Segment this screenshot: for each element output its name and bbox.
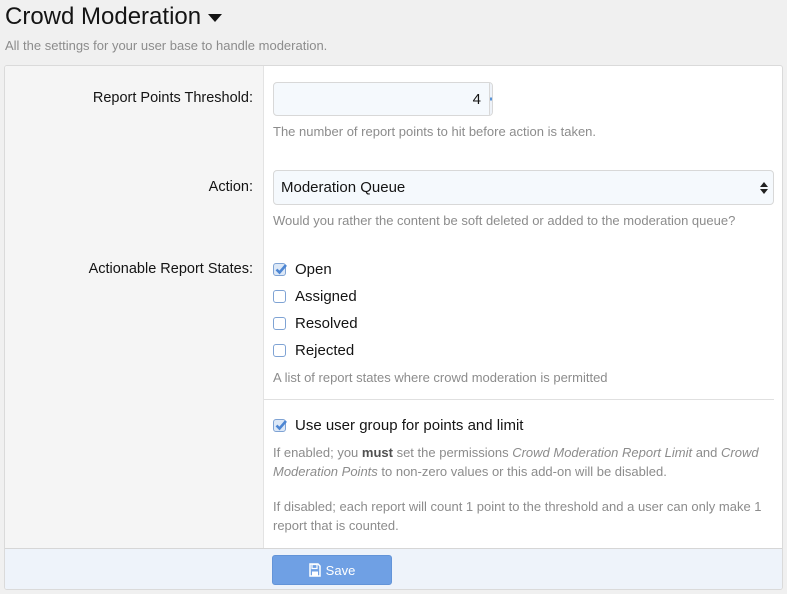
threshold-input[interactable]	[274, 83, 489, 115]
state-rejected-checkbox[interactable]: Rejected	[273, 342, 354, 359]
page-header: Crowd Moderation All the settings for yo…	[5, 2, 327, 53]
state-label: Open	[295, 261, 332, 278]
usergroup-label: Use user group for points and limit	[295, 417, 524, 434]
usergroup-checkbox[interactable]: Use user group for points and limit	[273, 417, 523, 434]
action-select[interactable]: Moderation Queue	[273, 170, 774, 205]
save-label: Save	[325, 562, 356, 578]
usergroup-hint-disabled: If disabled; each report will count 1 po…	[273, 499, 762, 533]
save-icon	[308, 563, 321, 577]
plus-icon	[490, 97, 492, 101]
state-assigned-checkbox[interactable]: Assigned	[273, 288, 357, 305]
checkbox-checked-icon[interactable]	[273, 263, 287, 276]
select-arrows-icon	[760, 182, 768, 194]
save-button[interactable]: Save	[272, 555, 392, 585]
action-selected-value: Moderation Queue	[281, 179, 406, 196]
report-states-hint: A list of report states where crowd mode…	[273, 370, 608, 385]
usergroup-hint-enabled: If enabled; you must set the permissions…	[273, 445, 759, 479]
page-title[interactable]: Crowd Moderation	[5, 2, 327, 32]
page-description: All the settings for your user base to h…	[5, 38, 328, 53]
form-footer: Save	[5, 548, 782, 589]
state-resolved-checkbox[interactable]: Resolved	[273, 315, 358, 332]
caret-down-icon[interactable]	[208, 14, 223, 22]
checkbox-icon[interactable]	[273, 344, 286, 357]
state-label: Rejected	[295, 342, 355, 359]
state-label: Resolved	[295, 315, 358, 332]
state-open-checkbox[interactable]: Open	[273, 261, 332, 278]
label-column: Report Points Threshold: Action: Actiona…	[5, 66, 264, 548]
page-title-text: Crowd Moderation	[5, 3, 202, 30]
action-label: Action:	[208, 179, 253, 195]
threshold-label: Report Points Threshold:	[92, 90, 253, 106]
report-states-label: Actionable Report States:	[88, 261, 253, 277]
threshold-spinner	[273, 82, 493, 116]
action-hint: Would you rather the content be soft del…	[273, 213, 736, 228]
checkbox-checked-icon[interactable]	[273, 419, 287, 432]
checkbox-icon[interactable]	[273, 290, 286, 303]
checkbox-icon[interactable]	[273, 317, 286, 330]
section-divider	[264, 399, 774, 400]
threshold-hint: The number of report points to hit befor…	[273, 124, 597, 139]
increment-button[interactable]	[489, 83, 492, 115]
settings-form: Report Points Threshold: Action: Actiona…	[4, 65, 783, 590]
state-label: Assigned	[295, 288, 357, 305]
